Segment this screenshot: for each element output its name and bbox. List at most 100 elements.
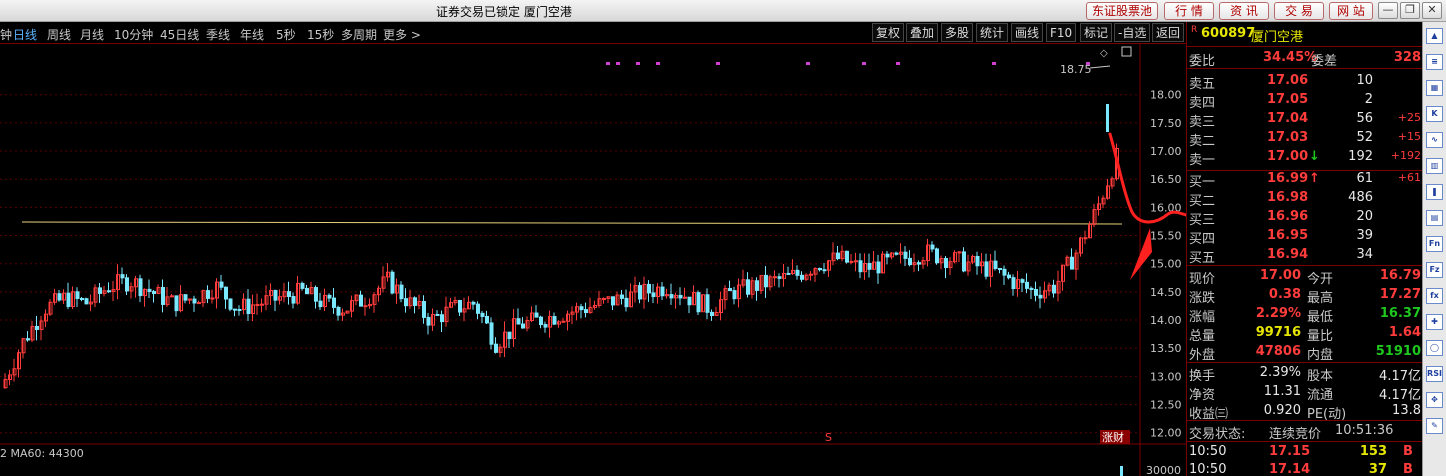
list-icon[interactable]: ≡ xyxy=(1426,54,1443,70)
bids-row[interactable]: 买一 16.99 ↑ 61 +61 xyxy=(1187,170,1423,190)
candle-body xyxy=(192,298,197,304)
asks-row[interactable]: 卖一 17.00 ↓ 192 +192 xyxy=(1187,148,1423,168)
news-button[interactable]: 资 讯 xyxy=(1219,2,1269,20)
candle-body xyxy=(1070,256,1074,270)
period-quarterly[interactable]: 季线 xyxy=(206,26,230,43)
candle-body xyxy=(255,303,260,306)
draw-line-button[interactable]: 画线 xyxy=(1011,23,1044,42)
bids-price: 16.96 xyxy=(1267,209,1309,224)
pen-icon[interactable]: ✎ xyxy=(1426,418,1443,434)
event-marker-dot xyxy=(716,62,720,65)
candle-body xyxy=(440,314,444,323)
period-daily[interactable]: 日线 xyxy=(13,26,37,43)
asks-arrow-icon: ↓ xyxy=(1309,149,1320,164)
bids-label: 买二 xyxy=(1189,194,1216,209)
candle-body xyxy=(800,274,804,280)
back-button[interactable]: 返回 xyxy=(1152,23,1185,42)
candle-body xyxy=(300,282,305,289)
period-monthly[interactable]: 月线 xyxy=(80,26,104,43)
website-button[interactable]: 网 站 xyxy=(1329,2,1373,20)
bids-row[interactable]: 买二 16.98 486 xyxy=(1187,189,1423,209)
y-tick-label: 14.50 xyxy=(1150,286,1182,299)
k-line-icon[interactable]: K xyxy=(1426,106,1443,122)
candle-body xyxy=(107,290,111,293)
period-15sec[interactable]: 15秒 xyxy=(307,26,334,43)
bar-icon[interactable]: ▥ xyxy=(1426,158,1443,174)
period-minute[interactable]: 钟 xyxy=(0,26,12,43)
tick-volume: 37 xyxy=(1368,462,1387,476)
asks-row[interactable]: 卖三 17.04 56 +25 xyxy=(1187,110,1423,130)
period-weekly[interactable]: 周线 xyxy=(47,26,71,43)
trend-icon[interactable]: ∿ xyxy=(1426,132,1443,148)
y-tick-label: 13.50 xyxy=(1150,342,1182,355)
overlay-button[interactable]: 叠加 xyxy=(906,23,939,42)
candle-body xyxy=(849,260,854,263)
period-yearly[interactable]: 年线 xyxy=(240,26,264,43)
quote-label: 最高 xyxy=(1307,291,1334,306)
fx-icon[interactable]: fx xyxy=(1426,288,1443,304)
up-arrow-icon[interactable]: ▲ xyxy=(1426,28,1443,44)
candle-body xyxy=(66,292,71,307)
bids-row[interactable]: 买三 16.96 20 xyxy=(1187,208,1423,228)
candle-body xyxy=(422,301,426,318)
candle-body xyxy=(75,291,80,300)
watchlist-button[interactable]: -自选 xyxy=(1114,23,1151,42)
quote-label: 最低 xyxy=(1307,310,1334,325)
candle-icon[interactable]: ❚ xyxy=(1426,184,1443,200)
candle-body xyxy=(228,298,233,310)
chart-icon[interactable]: ▤ xyxy=(1426,210,1443,226)
period-multi[interactable]: 多周期 xyxy=(341,26,377,43)
candle-body xyxy=(476,303,480,314)
candle-body xyxy=(471,301,476,305)
asks-row[interactable]: 卖四 17.05 2 xyxy=(1187,91,1423,111)
mark-button[interactable]: 标记 xyxy=(1080,23,1113,42)
quote-value: 51910 xyxy=(1375,344,1421,359)
kline-chart[interactable]: 18.00 17.50 17.00 16.50 16.00 15.50 15.00 14.50… xyxy=(0,44,1186,476)
asks-row[interactable]: 卖二 17.03 52 +15 xyxy=(1187,129,1423,149)
candle-body xyxy=(291,296,296,304)
fz-icon[interactable]: Fz xyxy=(1426,262,1443,278)
window-title: 证券交易已锁定 厦门空港 xyxy=(436,5,572,19)
bids-volume: 20 xyxy=(1356,209,1373,224)
candle-body xyxy=(710,311,714,317)
candle-body xyxy=(224,286,228,300)
candle-body xyxy=(795,269,800,276)
f10-button[interactable]: F10 xyxy=(1046,23,1077,42)
fund-value: 4.17亿 xyxy=(1379,388,1421,403)
candle-body xyxy=(359,294,363,307)
candle-body xyxy=(867,262,872,270)
bids-row[interactable]: 买四 16.95 39 xyxy=(1187,227,1423,247)
grid-icon[interactable]: ▦ xyxy=(1426,80,1443,96)
stats-button[interactable]: 统计 xyxy=(976,23,1009,42)
cross-icon[interactable]: ✚ xyxy=(1426,314,1443,330)
candle-body xyxy=(273,289,278,301)
asks-row[interactable]: 卖五 17.06 10 xyxy=(1187,72,1423,92)
bids-row[interactable]: 买五 16.94 34 xyxy=(1187,246,1423,266)
close-icon[interactable]: ✕ xyxy=(1422,2,1442,19)
fn-icon[interactable]: Fn xyxy=(1426,236,1443,252)
asks-price: 17.05 xyxy=(1267,92,1309,107)
minimize-icon[interactable]: — xyxy=(1378,2,1398,19)
adjust-button[interactable]: 复权 xyxy=(872,23,905,42)
event-marker-dot xyxy=(656,62,660,65)
period-10min[interactable]: 10分钟 xyxy=(114,26,153,43)
rsi-icon[interactable]: RSI xyxy=(1426,366,1443,382)
quote-value: 2.29% xyxy=(1255,306,1301,321)
candle-body xyxy=(678,294,683,299)
stock-pool-button[interactable]: 东证股票池 xyxy=(1086,2,1158,20)
period-5sec[interactable]: 5秒 xyxy=(276,26,296,43)
fund-label: 净资 xyxy=(1189,388,1216,403)
event-marker-dot xyxy=(992,62,996,65)
asks-label: 卖四 xyxy=(1189,96,1216,111)
circle-icon[interactable]: ◯ xyxy=(1426,340,1443,356)
period-45day[interactable]: 45日线 xyxy=(160,26,199,43)
multi-stock-button[interactable]: 多股 xyxy=(941,23,974,42)
fund-value: 13.8 xyxy=(1392,403,1421,418)
quotes-button[interactable]: 行 情 xyxy=(1164,2,1214,20)
period-more[interactable]: 更多 > xyxy=(383,26,421,43)
restore-icon[interactable]: ❐ xyxy=(1400,2,1420,19)
trade-button[interactable]: 交 易 xyxy=(1274,2,1324,20)
move-icon[interactable]: ✥ xyxy=(1426,392,1443,408)
bids-price: 16.95 xyxy=(1267,228,1309,243)
fundamental-row: 换手 2.39% 股本 4.17亿 xyxy=(1187,364,1423,384)
